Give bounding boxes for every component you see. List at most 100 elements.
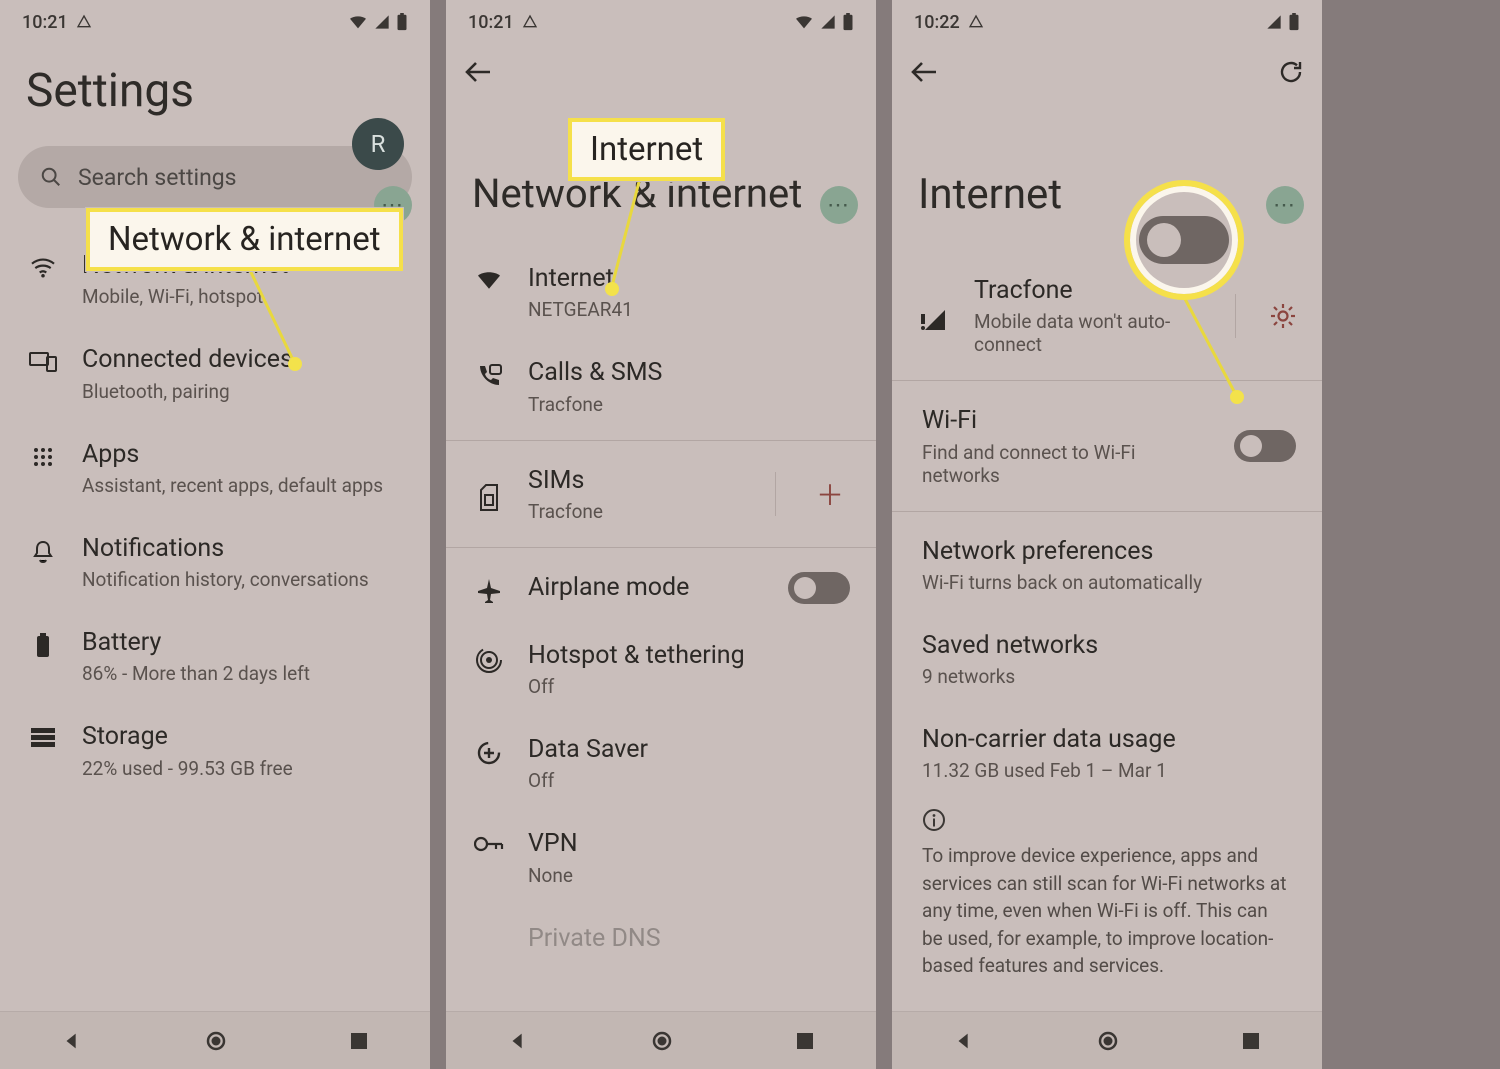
row-title: Wi-Fi (922, 405, 1212, 436)
nav-bar (446, 1011, 876, 1069)
row-sub: Bluetooth, pairing (82, 380, 404, 403)
row-title: VPN (528, 828, 850, 859)
nav-home-icon[interactable] (1096, 1029, 1120, 1053)
row-title: Private DNS (528, 923, 850, 954)
row-apps[interactable]: Apps Assistant, recent apps, default app… (0, 421, 430, 515)
nav-back-icon[interactable] (507, 1030, 529, 1052)
row-sub: Find and connect to Wi-Fi networks (922, 441, 1212, 487)
clock: 10:21 (468, 12, 514, 33)
back-button[interactable] (910, 60, 938, 84)
screen-internet: 10:22 ⋯ Internet Tracfone Mobile data wo… (892, 0, 1322, 1069)
row-saved-networks[interactable]: Saved networks 9 networks (892, 612, 1322, 706)
callout-pointer (248, 266, 308, 368)
row-sub: 22% used - 99.53 GB free (82, 757, 404, 780)
row-data-usage[interactable]: Non-carrier data usage 11.32 GB used Feb… (892, 706, 1322, 800)
clock: 10:21 (22, 12, 68, 33)
row-notifications[interactable]: Notifications Notification history, conv… (0, 515, 430, 609)
apps-icon (26, 439, 60, 469)
search-placeholder: Search settings (78, 164, 237, 191)
add-sim-button[interactable]: ＋ (810, 474, 850, 514)
status-bar: 10:21 (446, 0, 876, 44)
callout-network-internet: Network & internet (86, 208, 403, 271)
row-sub: Off (528, 675, 850, 698)
data-saver-icon (472, 734, 506, 766)
row-sims[interactable]: SIMs Tracfone ＋ (446, 447, 876, 541)
back-button[interactable] (464, 60, 492, 84)
separator (775, 472, 776, 516)
wifi-icon (794, 14, 814, 30)
row-title: Notifications (82, 533, 404, 564)
top-bar (892, 44, 1322, 100)
info-icon (892, 800, 1322, 832)
row-sub: Notification history, conversations (82, 568, 404, 591)
battery-icon (1288, 13, 1300, 31)
row-sub: 11.32 GB used Feb 1 – Mar 1 (922, 759, 1296, 782)
row-network-preferences[interactable]: Network preferences Wi-Fi turns back on … (892, 518, 1322, 612)
nav-recents-icon[interactable] (1241, 1031, 1261, 1051)
screen-settings: 10:21 R ⋯ Settings Search settings Netwo… (0, 0, 430, 1069)
row-private-dns[interactable]: Private DNS (446, 905, 876, 954)
row-title: Airplane mode (528, 572, 766, 603)
phone-sms-icon (472, 357, 506, 389)
ambient-icon (522, 14, 538, 30)
page-title: Settings (0, 44, 430, 128)
row-sub: NETGEAR41 (528, 298, 850, 321)
vpn-icon (472, 828, 506, 854)
clock: 10:22 (914, 12, 960, 33)
wifi-icon (472, 263, 506, 291)
carrier-settings-button[interactable] (1270, 303, 1296, 329)
row-sub: Assistant, recent apps, default apps (82, 474, 404, 497)
airplane-toggle[interactable] (788, 572, 850, 604)
row-title: Internet (528, 263, 850, 294)
row-vpn[interactable]: VPN None (446, 810, 876, 904)
row-sub: None (528, 864, 850, 887)
nav-back-icon[interactable] (953, 1030, 975, 1052)
row-carrier[interactable]: Tracfone Mobile data won't auto-connect (892, 257, 1322, 374)
wifi-icon (26, 250, 60, 278)
signal-icon (374, 14, 390, 30)
nav-home-icon[interactable] (650, 1029, 674, 1053)
nav-back-icon[interactable] (61, 1030, 83, 1052)
sim-icon (472, 477, 506, 511)
info-text: To improve device experience, apps and s… (892, 832, 1322, 980)
row-battery[interactable]: Battery 86% - More than 2 days left (0, 609, 430, 703)
row-internet[interactable]: Internet NETGEAR41 (446, 245, 876, 339)
row-storage[interactable]: Storage 22% used - 99.53 GB free (0, 703, 430, 797)
row-data-saver[interactable]: Data Saver Off (446, 716, 876, 810)
callout-pointer (1184, 297, 1244, 401)
row-title: Calls & SMS (528, 357, 850, 388)
row-title: Saved networks (922, 630, 1296, 661)
wifi-toggle[interactable] (1234, 430, 1296, 462)
row-title: Apps (82, 439, 404, 470)
battery-icon (842, 13, 854, 31)
storage-icon (26, 721, 60, 747)
row-sub: Mobile data won't auto-connect (974, 310, 1201, 356)
nav-recents-icon[interactable] (349, 1031, 369, 1051)
reset-icon[interactable] (1278, 59, 1304, 85)
battery-icon (26, 627, 60, 659)
row-airplane-mode[interactable]: Airplane mode (446, 554, 876, 622)
status-bar: 10:22 (892, 0, 1322, 44)
status-bar: 10:21 (0, 0, 430, 44)
row-connected-devices[interactable]: Connected devices Bluetooth, pairing (0, 326, 430, 420)
row-sub: Off (528, 769, 850, 792)
row-title: Network preferences (922, 536, 1296, 567)
callout-internet: Internet (568, 118, 725, 181)
row-hotspot[interactable]: Hotspot & tethering Off (446, 622, 876, 716)
row-sub: Tracfone (528, 393, 850, 416)
nav-home-icon[interactable] (204, 1029, 228, 1053)
row-title: Data Saver (528, 734, 850, 765)
ambient-icon (76, 14, 92, 30)
row-title: Battery (82, 627, 404, 658)
page-title: Internet (892, 100, 1322, 229)
search-icon (40, 166, 62, 188)
battery-icon (396, 13, 408, 31)
nav-bar (892, 1011, 1322, 1069)
nav-recents-icon[interactable] (795, 1031, 815, 1051)
signal-icon (1266, 14, 1282, 30)
callout-dot (605, 282, 619, 296)
row-calls-sms[interactable]: Calls & SMS Tracfone (446, 339, 876, 433)
nav-bar (0, 1011, 430, 1069)
row-sub: Tracfone (528, 500, 741, 523)
row-wifi[interactable]: Wi-Fi Find and connect to Wi-Fi networks (892, 387, 1322, 504)
